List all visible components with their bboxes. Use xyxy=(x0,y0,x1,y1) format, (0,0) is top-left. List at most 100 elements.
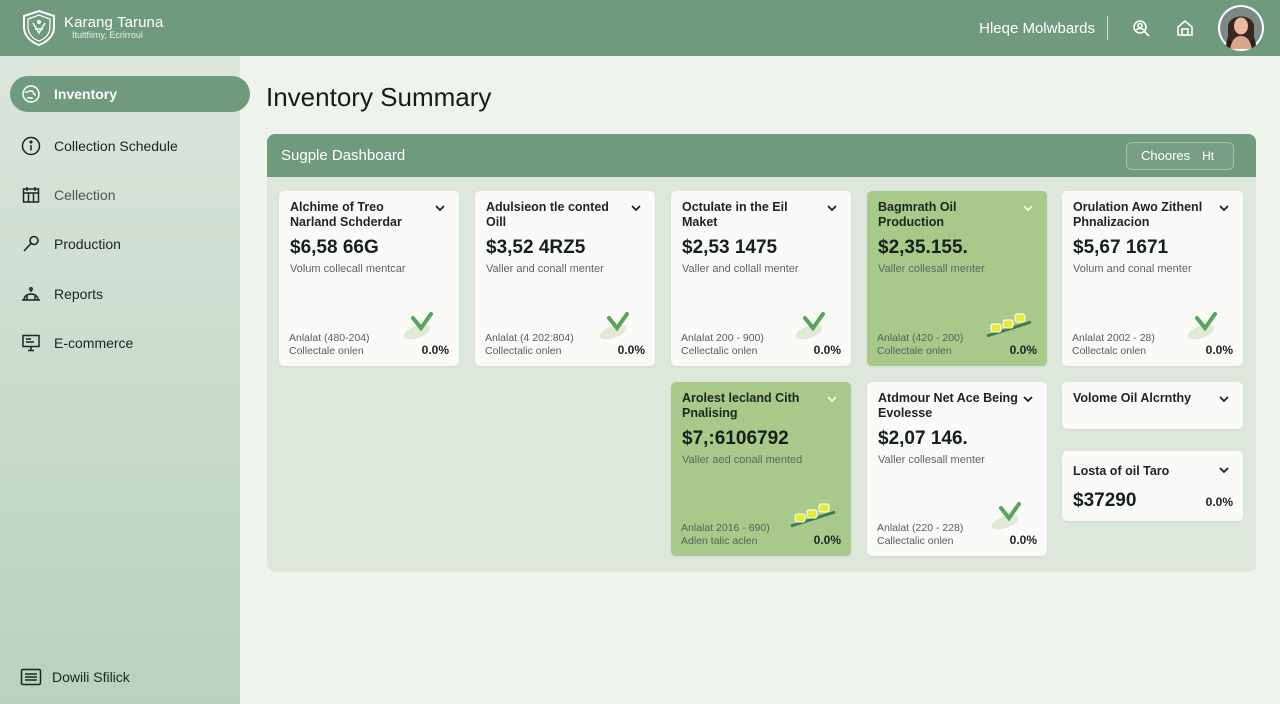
card-subtitle: Valler collesall menter xyxy=(878,454,985,466)
card-percent: 0.0% xyxy=(813,533,841,547)
choose-icon: Ht xyxy=(1202,148,1215,163)
card-subtitle: Volum collecall mentcar xyxy=(290,263,406,275)
chevron-down-icon[interactable] xyxy=(1217,392,1231,406)
card-subtitle: Valler and conall menter xyxy=(486,263,604,275)
sidebar-footer-label: Dowili Sfilick xyxy=(52,669,130,685)
card-footnote: Anlalat (4 202:804) xyxy=(485,332,574,344)
summary-card[interactable]: Alchime of Treo Narland Schderdar $6,58 … xyxy=(279,191,459,366)
summary-card[interactable]: Atdmour Net Ace Being Evolesse $2,07 146… xyxy=(867,382,1047,556)
sidebar-item-label: Cellection xyxy=(54,187,116,203)
card-value: $2,07 146. xyxy=(878,428,968,449)
check-leaf-icon xyxy=(593,308,639,340)
card-subtitle: Valler collesall menter xyxy=(878,263,985,275)
chevron-down-icon[interactable] xyxy=(629,201,643,215)
wrench-icon xyxy=(20,233,42,255)
calendar-icon xyxy=(20,184,42,206)
top-bar: Karang Taruna Itultfiimy, Ecrirroul Hleq… xyxy=(0,0,1280,56)
oil-bottles-icon xyxy=(789,498,836,530)
info-icon xyxy=(20,135,42,157)
brand[interactable]: Karang Taruna Itultfiimy, Ecrirroul xyxy=(20,9,163,47)
avatar[interactable] xyxy=(1218,5,1264,51)
card-title: Alchime of Treo Narland Schderdar xyxy=(290,200,402,229)
card-value: $3,52 4RZ5 xyxy=(486,237,586,258)
sidebar-item-reports[interactable]: Reports xyxy=(10,276,250,312)
sidebar-item-label: E-commerce xyxy=(54,335,134,351)
chevron-down-icon[interactable] xyxy=(825,201,839,215)
list-icon xyxy=(20,666,42,688)
shield-crest-icon xyxy=(20,9,58,47)
cloche-icon xyxy=(20,283,42,305)
brand-tagline: Itultfiimy, Ecrirroul xyxy=(72,30,143,41)
sidebar-item-label: Collection Schedule xyxy=(54,138,178,154)
card-percent: 0.0% xyxy=(813,343,841,357)
card-percent: 0.0% xyxy=(1205,343,1233,357)
sidebar-item-ecommerce[interactable]: E-commerce xyxy=(10,325,250,361)
divider xyxy=(1107,16,1108,40)
chevron-down-icon[interactable] xyxy=(1217,201,1231,215)
sidebar-item-production[interactable]: Production xyxy=(10,226,250,262)
card-value: $5,67 1671 xyxy=(1073,237,1169,258)
card-footnote: Collectale onlen xyxy=(877,345,952,357)
card-title: Bagmrath Oil Production xyxy=(878,200,957,229)
summary-card[interactable]: Orulation Awo Zithenl Phnalizacion $5,67… xyxy=(1062,191,1243,366)
card-value: $7,:6106792 xyxy=(682,428,789,449)
card-footnote: Collectalc onlen xyxy=(1072,345,1147,357)
sidebar-footer-item[interactable]: Dowili Sfilick xyxy=(20,666,130,688)
monitor-icon xyxy=(20,332,42,354)
sidebar-item-inventory[interactable]: Inventory xyxy=(10,76,250,112)
card-title: Arolest lecland Cith Pnalising xyxy=(682,391,800,420)
card-value: $6,58 66G xyxy=(290,237,379,258)
sidebar-item-collection[interactable]: Cellection xyxy=(10,177,250,213)
card-percent: 0.0% xyxy=(421,343,449,357)
house-icon[interactable] xyxy=(1174,17,1196,39)
chevron-down-icon[interactable] xyxy=(1021,392,1035,406)
chevron-down-icon[interactable] xyxy=(825,392,839,406)
chevron-down-icon[interactable] xyxy=(1021,201,1035,215)
card-footnote: Collectalic onlen xyxy=(485,345,562,357)
card-footnote: Collectale onlen xyxy=(289,345,364,357)
card-footnote: Callectalic onlen xyxy=(877,535,954,547)
check-leaf-icon xyxy=(397,308,443,340)
globe-icon xyxy=(20,83,42,105)
search-people-icon[interactable] xyxy=(1130,17,1152,39)
choose-label: Choores xyxy=(1141,148,1191,163)
summary-card-highlighted[interactable]: Bagmrath Oil Production $2,35.155. Valle… xyxy=(867,191,1047,366)
card-footnote: Anlalat 2002 - 28) xyxy=(1072,332,1155,344)
card-percent: 0.0% xyxy=(1205,495,1233,509)
card-footnote: Adlen talic aclen xyxy=(681,535,758,547)
card-percent: 0.0% xyxy=(617,343,645,357)
card-title: Orulation Awo Zithenl Phnalizacion xyxy=(1073,200,1203,229)
summary-card-collapsed[interactable]: Volome Oil Alcrnthy xyxy=(1062,382,1243,429)
card-footnote: Anlalat (480-204) xyxy=(289,332,370,344)
summary-card[interactable]: Octulate in the Eil Maket $2,53 1475 Val… xyxy=(671,191,851,366)
oil-bottles-icon xyxy=(985,308,1032,340)
sidebar-item-label: Reports xyxy=(54,286,104,302)
card-title: Losta of oil Taro xyxy=(1073,464,1170,478)
card-subtitle: Valler and collall menter xyxy=(682,263,799,275)
brand-name: Karang Taruna xyxy=(64,13,164,31)
sidebar-item-collection-schedule[interactable]: Collection Schedule xyxy=(10,128,250,164)
card-footnote: Anlalat 200 - 900) xyxy=(681,332,764,344)
card-title: Adulsieon tle conted Oill xyxy=(486,200,609,229)
summary-card-highlighted[interactable]: Arolest lecland Cith Pnalising $7,:61067… xyxy=(671,382,851,556)
chevron-down-icon[interactable] xyxy=(1217,463,1231,477)
card-percent: 0.0% xyxy=(1009,533,1037,547)
card-value: $37290 xyxy=(1073,490,1137,511)
panel-header: Sugple Dashboard Choores Ht xyxy=(267,134,1256,177)
summary-card-compact[interactable]: Losta of oil Taro $37290 0.0% xyxy=(1062,451,1243,521)
panel-title: Sugple Dashboard xyxy=(281,147,406,164)
card-footnote: Anlalat 2016 - 690) xyxy=(681,522,770,534)
check-leaf-icon xyxy=(1181,308,1227,340)
card-footnote: Cellectalic onlen xyxy=(681,345,758,357)
choose-button[interactable]: Choores Ht xyxy=(1126,141,1234,170)
card-title: Octulate in the Eil Maket xyxy=(682,200,788,229)
card-footnote: Anlalat (220 - 228) xyxy=(877,522,964,534)
check-leaf-icon xyxy=(985,498,1031,530)
summary-card[interactable]: Adulsieon tle conted Oill $3,52 4RZ5 Val… xyxy=(475,191,655,366)
card-subtitle: Valler aed conall mented xyxy=(682,454,803,466)
chevron-down-icon[interactable] xyxy=(433,201,447,215)
sidebar-item-label: Inventory xyxy=(54,86,118,102)
card-footnote: Anlalat (420 - 200) xyxy=(877,332,964,344)
user-name[interactable]: Hleqe Molwbards xyxy=(979,20,1095,37)
card-title: Atdmour Net Ace Being Evolesse xyxy=(878,391,1018,420)
